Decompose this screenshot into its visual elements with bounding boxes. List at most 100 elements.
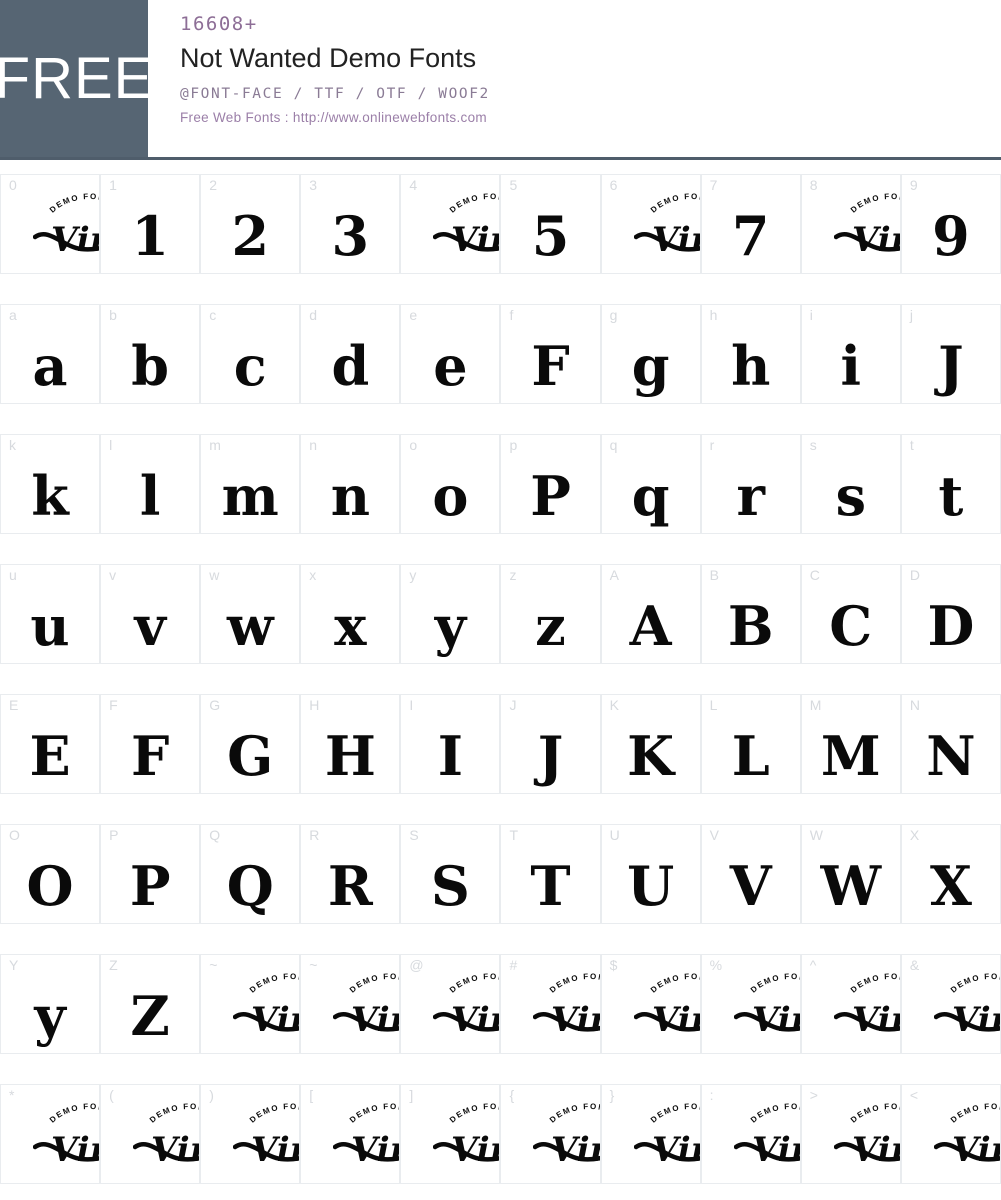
glyph-cell[interactable]: ee <box>400 304 501 404</box>
glyph-cell[interactable]: mm <box>200 434 301 534</box>
glyph-cell[interactable]: BB <box>700 564 801 664</box>
glyph-cell[interactable]: rr <box>700 434 801 534</box>
glyph-cell[interactable]: zz <box>500 564 601 664</box>
glyph-cell[interactable]: ll <box>100 434 201 534</box>
glyph-cell[interactable]: ww <box>200 564 301 664</box>
glyph-cell[interactable]: qq <box>600 434 701 534</box>
glyph-cell[interactable]: FF <box>100 694 201 794</box>
glyph-cell[interactable]: : DEMO FONT Vinty <box>700 1084 801 1184</box>
glyph-cell[interactable]: % DEMO FONT Vinty <box>700 954 801 1054</box>
glyph-cell[interactable]: tt <box>900 434 1001 534</box>
glyph-cell-label: ^ <box>809 957 817 973</box>
glyph-cell[interactable]: PP <box>100 824 201 924</box>
glyph-cell[interactable]: TT <box>500 824 601 924</box>
svg-text:Vinty: Vinty <box>852 1130 901 1170</box>
glyph-cell[interactable]: ZZ <box>100 954 201 1054</box>
glyph-cell[interactable]: 55 <box>500 174 601 274</box>
glyph-cell[interactable]: gg <box>600 304 701 404</box>
glyph-cell[interactable]: dd <box>300 304 401 404</box>
glyph-preview: W <box>820 854 882 918</box>
glyph-cell[interactable]: WW <box>800 824 901 924</box>
glyph-cell[interactable]: < DEMO FONT Vinty <box>900 1084 1001 1184</box>
glyph-cell[interactable]: [DEMO FONT Vinty <box>300 1084 401 1184</box>
glyph-cell[interactable]: } DEMO FONT Vinty <box>600 1084 701 1184</box>
glyph-cell[interactable]: ^ DEMO FONT Vinty <box>800 954 901 1054</box>
glyph-cell[interactable]: (DEMO FONT Vinty <box>100 1084 201 1184</box>
glyph-cell-label: U <box>609 827 620 843</box>
glyph-preview: U <box>627 854 675 918</box>
glyph-cell[interactable]: kk <box>0 434 101 534</box>
glyph-cell[interactable]: GG <box>200 694 301 794</box>
glyph-cell[interactable]: UU <box>600 824 701 924</box>
svg-text:DEMO FONT: DEMO FONT <box>348 1103 400 1125</box>
glyph-cell[interactable]: cc <box>200 304 301 404</box>
glyph-cell[interactable]: VV <box>700 824 801 924</box>
glyph-cell[interactable]: nn <box>300 434 401 534</box>
glyph-cell[interactable]: $ DEMO FONT Vinty <box>600 954 701 1054</box>
glyph-cell-label: > <box>809 1087 818 1103</box>
glyph-cell[interactable]: @ DEMO FONT Vinty <box>400 954 501 1054</box>
glyph-cell[interactable]: # DEMO FONT Vinty <box>500 954 601 1054</box>
glyph-cell[interactable]: bb <box>100 304 201 404</box>
glyph-cell-label: o <box>409 437 418 453</box>
glyph-cell[interactable]: jJ <box>900 304 1001 404</box>
svg-text:Vinty: Vinty <box>51 220 100 260</box>
glyph-cell[interactable]: JJ <box>500 694 601 794</box>
glyph-cell[interactable]: LL <box>700 694 801 794</box>
glyph-cell[interactable]: DD <box>900 564 1001 664</box>
glyph-cell[interactable]: RR <box>300 824 401 924</box>
vinty-logo-icon: DEMO FONT Vinty <box>433 193 500 267</box>
glyph-cell[interactable]: pP <box>500 434 601 534</box>
glyph-preview: M <box>820 724 881 788</box>
glyph-cell[interactable]: ] DEMO FONT Vinty <box>400 1084 501 1184</box>
glyph-cell[interactable]: aa <box>0 304 101 404</box>
svg-text:Vinty: Vinty <box>752 1000 801 1040</box>
glyph-cell[interactable]: KK <box>600 694 701 794</box>
glyph-cell[interactable]: CC <box>800 564 901 664</box>
glyph-cell[interactable]: ) DEMO FONT Vinty <box>200 1084 301 1184</box>
glyph-cell-label: : <box>709 1087 714 1103</box>
glyph-cell[interactable]: fF <box>500 304 601 404</box>
glyph-cell[interactable]: 11 <box>100 174 201 274</box>
glyph-cell[interactable]: QQ <box>200 824 301 924</box>
glyph-cell[interactable]: & DEMO FONT Vinty <box>900 954 1001 1054</box>
glyph-cell[interactable]: > DEMO FONT Vinty <box>800 1084 901 1184</box>
glyph-cell[interactable]: ii <box>800 304 901 404</box>
vinty-logo-icon: DEMO FONT Vinty <box>533 973 600 1047</box>
glyph-cell[interactable]: II <box>400 694 501 794</box>
glyph-cell[interactable]: hh <box>700 304 801 404</box>
glyph-cell-label: @ <box>409 957 424 973</box>
glyph-cell[interactable]: MM <box>800 694 901 794</box>
glyph-cell[interactable]: xx <box>300 564 401 664</box>
glyph-cell[interactable]: vv <box>100 564 201 664</box>
glyph-cell[interactable]: XX <box>900 824 1001 924</box>
glyph-cell[interactable]: ss <box>800 434 901 534</box>
glyph-cell[interactable]: 8 DEMO FONT Vinty <box>800 174 901 274</box>
glyph-cell[interactable]: 99 <box>900 174 1001 274</box>
glyph-cell[interactable]: * DEMO FONT Vinty <box>0 1084 101 1184</box>
glyph-cell[interactable]: 4 DEMO FONT Vinty <box>400 174 501 274</box>
glyph-cell[interactable]: uu <box>0 564 101 664</box>
glyph-cell[interactable]: 22 <box>200 174 301 274</box>
glyph-cell[interactable]: SS <box>400 824 501 924</box>
glyph-cell[interactable]: 77 <box>700 174 801 274</box>
glyph-cell-label: S <box>409 827 419 843</box>
glyph-cell[interactable]: ~ DEMO FONT Vinty <box>300 954 401 1054</box>
vinty-logo-icon: DEMO FONT Vinty <box>733 1103 800 1177</box>
glyph-cell[interactable]: OO <box>0 824 101 924</box>
glyph-cell[interactable]: oo <box>400 434 501 534</box>
glyph-cell[interactable]: EE <box>0 694 101 794</box>
svg-text:DEMO FONT: DEMO FONT <box>248 973 300 995</box>
glyph-cell[interactable]: 33 <box>300 174 401 274</box>
glyph-cell[interactable]: yy <box>400 564 501 664</box>
glyph-cell[interactable]: 6 DEMO FONT Vinty <box>600 174 701 274</box>
glyph-cell[interactable]: HH <box>300 694 401 794</box>
glyph-cell[interactable]: NN <box>900 694 1001 794</box>
glyph-cell[interactable]: {DEMO FONT Vinty <box>500 1084 601 1184</box>
vinty-logo-icon: DEMO FONT Vinty <box>733 973 801 1047</box>
glyph-cell[interactable]: 0 DEMO FONT Vinty <box>0 174 101 274</box>
glyph-cell[interactable]: AA <box>600 564 701 664</box>
glyph-cell[interactable]: ~ DEMO FONT Vinty <box>200 954 301 1054</box>
webfonts-link[interactable]: Free Web Fonts : http://www.onlinewebfon… <box>180 110 1001 126</box>
glyph-cell[interactable]: Yy <box>0 954 101 1054</box>
